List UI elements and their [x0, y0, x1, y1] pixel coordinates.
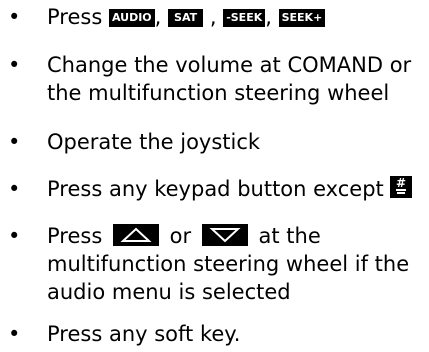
- text-line: multifunction steering wheel if the: [47, 252, 410, 276]
- separator: ,: [265, 5, 272, 29]
- list-item-text: Press or at the multifunction steering w…: [47, 222, 409, 306]
- text-line: Operate the joystick: [47, 130, 261, 154]
- separator: ,: [209, 5, 217, 29]
- bullet: •: [8, 177, 21, 201]
- text-line: Press or at the: [47, 222, 409, 250]
- up-arrow-key-icon: [112, 224, 159, 246]
- text-line: Press any keypad button except: [47, 177, 384, 201]
- text-line: Change the volume at COMAND or: [47, 53, 412, 77]
- list-item-text: Press any soft key.: [47, 320, 240, 348]
- seek-forward-key-label: SEEK+: [278, 9, 326, 27]
- text-line: audio menu is selected: [47, 280, 291, 304]
- bullet: •: [8, 224, 21, 248]
- seek-back-key-label: -SEEK: [223, 9, 266, 27]
- text-line: Press any soft key.: [47, 322, 241, 346]
- down-arrow-key-icon: [201, 224, 248, 246]
- list-item-text: Operate the joystick: [47, 128, 260, 156]
- text-line: the multifunction steering wheel: [47, 81, 390, 105]
- audio-key-label: AUDIO: [108, 9, 155, 27]
- bullet: •: [8, 53, 21, 77]
- separator: ,: [154, 5, 162, 29]
- list-item-text: Change the volume at COMAND or the multi…: [47, 51, 411, 107]
- bullet: •: [8, 5, 21, 29]
- sat-key-label: SAT: [168, 9, 204, 27]
- list-item-text: Press AUDIO, SAT , -SEEK, SEEK+: [47, 3, 326, 31]
- press-label: Press: [47, 5, 103, 29]
- bullet: •: [8, 322, 21, 346]
- press-label: Press: [47, 224, 103, 248]
- bullet: •: [8, 130, 21, 154]
- or-label: or: [169, 224, 192, 248]
- list-item-text: Press any keypad button except #: [47, 175, 413, 203]
- tail-label: at the: [258, 224, 321, 248]
- svg-text:#: #: [396, 176, 406, 190]
- hash-key-icon: #: [390, 176, 413, 198]
